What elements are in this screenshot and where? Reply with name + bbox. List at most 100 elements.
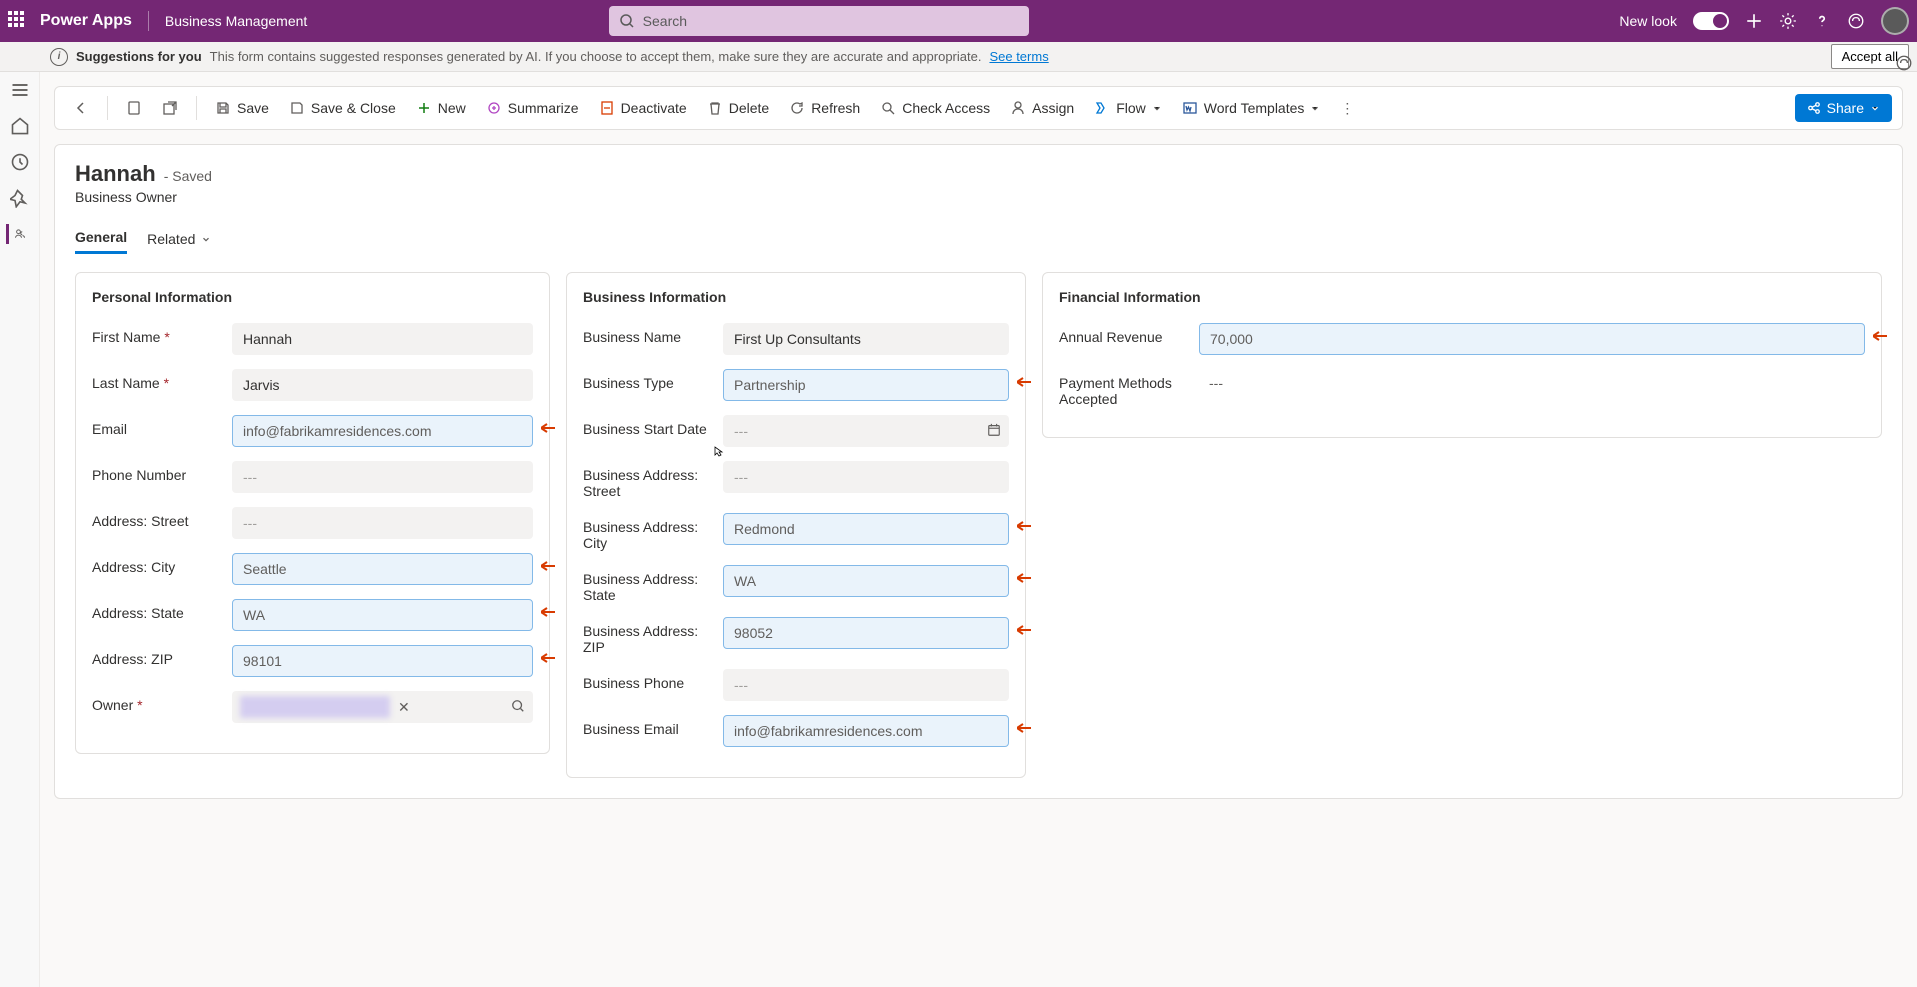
help-icon[interactable] [1813, 12, 1831, 30]
field-email: Email [92, 415, 533, 447]
add-icon[interactable] [1745, 12, 1763, 30]
revenue-input[interactable] [1199, 323, 1865, 355]
section-title: Business Information [583, 289, 1009, 305]
check-access-button[interactable]: Check Access [872, 94, 998, 122]
copilot-side-icon[interactable] [1895, 54, 1913, 72]
share-button[interactable]: Share [1795, 94, 1892, 122]
lookup-search-icon[interactable] [511, 699, 525, 716]
field-business-state: Business Address: State [583, 565, 1009, 603]
tab-general[interactable]: General [75, 223, 127, 254]
business-city-input[interactable] [723, 513, 1009, 545]
business-zip-input[interactable] [723, 617, 1009, 649]
form-tabs: General Related [75, 223, 1882, 254]
entity-type-label: Business Owner [75, 189, 1882, 205]
save-status: - Saved [164, 168, 212, 184]
form-sections: Personal Information First Name * Last N… [75, 272, 1882, 778]
section-personal: Personal Information First Name * Last N… [75, 272, 550, 754]
suggestion-text: This form contains suggested responses g… [210, 49, 982, 64]
user-avatar[interactable] [1881, 7, 1909, 35]
word-templates-button[interactable]: Word Templates [1174, 94, 1329, 122]
back-button[interactable] [65, 94, 97, 122]
section-title: Personal Information [92, 289, 533, 305]
business-phone-input[interactable] [723, 669, 1009, 701]
save-close-button[interactable]: Save & Close [281, 94, 404, 122]
record-header: Hannah - Saved [75, 161, 1882, 187]
search-input[interactable] [643, 13, 1019, 29]
payment-value: --- [1199, 369, 1233, 397]
street-input[interactable] [232, 507, 533, 539]
separator [107, 96, 108, 120]
open-new-window-button[interactable] [154, 94, 186, 122]
global-search[interactable] [609, 6, 1029, 36]
phone-input[interactable] [232, 461, 533, 493]
app-name-label: Business Management [165, 13, 307, 29]
people-icon[interactable] [6, 224, 26, 244]
business-street-input[interactable] [723, 461, 1009, 493]
chevron-down-icon [201, 234, 211, 244]
flow-button[interactable]: Flow [1086, 94, 1170, 122]
state-input[interactable] [232, 599, 533, 631]
field-payment-methods: Payment Methods Accepted --- [1059, 369, 1865, 407]
copilot-header-icon[interactable] [1847, 12, 1865, 30]
new-look-toggle[interactable] [1693, 12, 1729, 30]
header-divider [148, 11, 149, 31]
brand-label: Power Apps [40, 12, 132, 30]
first-name-input[interactable] [232, 323, 533, 355]
field-address-state: Address: State [92, 599, 533, 631]
field-address-zip: Address: ZIP [92, 645, 533, 677]
field-business-email: Business Email [583, 715, 1009, 747]
refresh-button[interactable]: Refresh [781, 94, 868, 122]
recent-icon[interactable] [10, 152, 30, 172]
delete-button[interactable]: Delete [699, 94, 777, 122]
field-business-start-date: Business Start Date [583, 415, 1009, 447]
suggestion-arrow-icon [1017, 573, 1037, 583]
field-business-street: Business Address: Street [583, 461, 1009, 499]
new-button[interactable]: New [408, 94, 474, 122]
field-business-zip: Business Address: ZIP [583, 617, 1009, 655]
clear-owner-icon[interactable]: ✕ [398, 699, 410, 716]
command-bar: Save Save & Close New Summarize Deactiva… [54, 86, 1903, 130]
business-name-input[interactable] [723, 323, 1009, 355]
start-date-input[interactable] [723, 415, 1009, 447]
app-launcher-icon[interactable] [8, 11, 28, 31]
field-business-type: Business Type [583, 369, 1009, 401]
calendar-icon[interactable] [987, 423, 1001, 440]
business-state-input[interactable] [723, 565, 1009, 597]
summarize-button[interactable]: Summarize [478, 94, 587, 122]
business-type-input[interactable] [723, 369, 1009, 401]
app-header: Power Apps Business Management New look [0, 0, 1917, 42]
owner-chip [240, 696, 390, 718]
field-annual-revenue: Annual Revenue [1059, 323, 1865, 355]
left-nav-rail [0, 72, 40, 987]
field-business-city: Business Address: City [583, 513, 1009, 551]
header-right: New look [1619, 7, 1909, 35]
suggestion-arrow-icon [1873, 331, 1893, 341]
see-terms-link[interactable]: See terms [989, 49, 1048, 64]
suggestion-arrow-icon [1017, 521, 1037, 531]
deactivate-button[interactable]: Deactivate [591, 94, 695, 122]
field-business-phone: Business Phone [583, 669, 1009, 701]
form-selector-button[interactable] [118, 94, 150, 122]
business-email-input[interactable] [723, 715, 1009, 747]
home-icon[interactable] [10, 116, 30, 136]
assign-button[interactable]: Assign [1002, 94, 1082, 122]
save-button[interactable]: Save [207, 94, 277, 122]
info-icon: i [50, 48, 68, 66]
email-input[interactable] [232, 415, 533, 447]
more-commands-button[interactable]: ⋮ [1332, 94, 1362, 123]
settings-icon[interactable] [1779, 12, 1797, 30]
section-financial: Financial Information Annual Revenue Pay… [1042, 272, 1882, 438]
pinned-icon[interactable] [10, 188, 30, 208]
hamburger-icon[interactable] [10, 80, 30, 100]
suggestion-arrow-icon [541, 653, 561, 663]
zip-input[interactable] [232, 645, 533, 677]
field-address-street: Address: Street [92, 507, 533, 539]
owner-lookup[interactable]: ✕ [232, 691, 533, 723]
tab-related[interactable]: Related [147, 223, 211, 254]
last-name-input[interactable] [232, 369, 533, 401]
section-title: Financial Information [1059, 289, 1865, 305]
field-phone: Phone Number [92, 461, 533, 493]
record-title: Hannah [75, 161, 156, 187]
city-input[interactable] [232, 553, 533, 585]
new-look-label: New look [1619, 13, 1677, 29]
